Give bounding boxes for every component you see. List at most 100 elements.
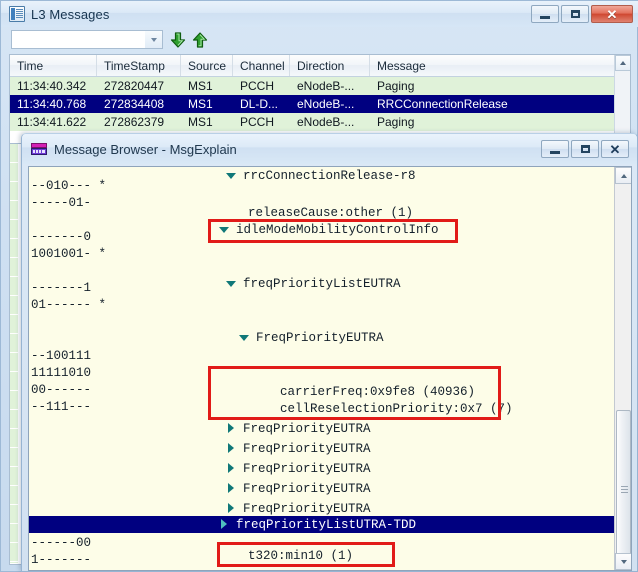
- message-browser-title: Message Browser - MsgExplain: [54, 141, 237, 157]
- expand-triangle-right-icon[interactable]: [219, 519, 230, 530]
- message-browser-client: --010--- * -----01- -------0 1001001- * ----…: [28, 166, 632, 571]
- tree-node[interactable]: freqPriorityListUTRA-TDD: [219, 516, 416, 533]
- expand-triangle-down-icon[interactable]: [226, 170, 237, 181]
- expand-triangle-down-icon[interactable]: [226, 278, 237, 289]
- expand-triangle-right-icon[interactable]: [226, 443, 237, 454]
- bit-string-line: 01------ *: [31, 298, 107, 312]
- expand-triangle-down-icon[interactable]: [239, 332, 250, 343]
- cell-source: MS1: [188, 97, 213, 111]
- cell-channel: PCCH: [240, 79, 275, 93]
- message-browser-titlebar[interactable]: Message Browser - MsgExplain ✕: [22, 134, 637, 164]
- tree-node-label: freqPriorityListEUTRA: [243, 276, 401, 291]
- tree-node-label: FreqPriorityEUTRA: [243, 441, 371, 456]
- bit-string-line: -------0: [31, 230, 92, 244]
- expand-triangle-right-icon[interactable]: [226, 503, 237, 514]
- l3-minimize-button[interactable]: [531, 5, 559, 23]
- bit-string-line: -----01-: [31, 196, 92, 210]
- tree-node-label: releaseCause:other (1): [248, 205, 414, 220]
- column-header-source[interactable]: Source: [181, 55, 233, 76]
- column-header-timestamp[interactable]: TimeStamp: [97, 55, 181, 76]
- scroll-up-arrow-icon[interactable]: [615, 55, 630, 71]
- tree-node-label: FreqPriorityEUTRA: [243, 481, 371, 496]
- table-row[interactable]: 11:34:41.622 272862379 MS1 PCCH eNodeB-.…: [10, 113, 630, 131]
- tree-node-label: carrierFreq:0x9fe8 (40936): [280, 384, 476, 399]
- cell-time: 11:34:40.342: [17, 79, 87, 93]
- tree-node-label: FreqPriorityEUTRA: [243, 421, 371, 436]
- l3-window-controls: ✕: [531, 5, 633, 23]
- column-header-message[interactable]: Message: [370, 55, 610, 76]
- bit-string-line: --010--- *: [31, 179, 107, 193]
- no-toggle-spacer: [263, 403, 274, 414]
- cell-message: Paging: [377, 79, 415, 93]
- bit-string-line: --100111: [31, 349, 92, 363]
- column-header-direction[interactable]: Direction: [290, 55, 370, 76]
- mb-minimize-button[interactable]: [541, 140, 569, 158]
- scroll-up-arrow-icon[interactable]: [615, 167, 631, 184]
- scroll-down-arrow-icon[interactable]: [615, 553, 631, 570]
- tree-node[interactable]: carrierFreq:0x9fe8 (40936): [263, 383, 475, 400]
- cell-channel: DL-D...: [240, 97, 279, 111]
- maximize-icon: [570, 10, 580, 18]
- tree-node[interactable]: releaseCause:other (1): [231, 204, 413, 221]
- tree-node[interactable]: rrcConnectionRelease-r8: [226, 167, 416, 184]
- tree-node[interactable]: FreqPriorityEUTRA: [226, 460, 371, 477]
- message-browser-window-controls: ✕: [541, 140, 629, 158]
- cell-source: MS1: [188, 79, 213, 93]
- bit-string-column: --010--- * -----01- -------0 1001001- * ----…: [29, 167, 139, 570]
- cell-timestamp: 272862379: [104, 115, 165, 129]
- mb-maximize-button[interactable]: [571, 140, 599, 158]
- message-browser-window: Message Browser - MsgExplain ✕ --010--- …: [21, 133, 638, 572]
- cell-timestamp: 272834408: [104, 97, 165, 111]
- tree-node[interactable]: FreqPriorityEUTRA: [239, 329, 384, 346]
- l3-messages-table: Time TimeStamp Source Channel Direction …: [9, 54, 631, 144]
- scroll-thumb[interactable]: [616, 410, 631, 570]
- tree-node[interactable]: FreqPriorityEUTRA: [226, 440, 371, 457]
- l3-table-scrollbar[interactable]: [614, 55, 630, 143]
- tree-node[interactable]: FreqPriorityEUTRA: [226, 480, 371, 497]
- close-icon: ✕: [609, 141, 621, 157]
- minimize-icon: [550, 151, 560, 154]
- tree-node[interactable]: cellReselectionPriority:0x7 (7): [263, 400, 513, 417]
- l3-maximize-button[interactable]: [561, 5, 589, 23]
- tree-node-label: cellReselectionPriority:0x7 (7): [280, 401, 513, 416]
- minimize-icon: [540, 16, 550, 19]
- green-down-arrow-icon[interactable]: [169, 31, 187, 49]
- filter-combobox[interactable]: [11, 30, 163, 49]
- screen-root: L3 Messages ✕ Time TimeStamp Source Chan…: [0, 0, 638, 572]
- tree-node[interactable]: idleModeMobilityControlInfo: [219, 221, 439, 238]
- tree-node-label: rrcConnectionRelease-r8: [243, 168, 416, 183]
- table-row[interactable]: 11:34:40.768 272834408 MS1 DL-D... eNode…: [10, 95, 630, 113]
- cell-time: 11:34:41.622: [17, 115, 87, 129]
- expand-triangle-right-icon[interactable]: [226, 423, 237, 434]
- expand-triangle-down-icon[interactable]: [219, 224, 230, 235]
- bit-string-line: -------1: [31, 281, 92, 295]
- cell-message: RRCConnectionRelease: [377, 97, 508, 111]
- bit-string-line: 00------: [31, 383, 92, 397]
- cell-channel: PCCH: [240, 115, 275, 129]
- l3-close-button[interactable]: ✕: [591, 5, 633, 23]
- l3-messages-titlebar: L3 Messages ✕: [1, 1, 638, 27]
- l3-messages-toolbar: [1, 27, 638, 53]
- tree-node[interactable]: freqPriorityListEUTRA: [226, 275, 401, 292]
- no-toggle-spacer: [263, 386, 274, 397]
- mb-close-button[interactable]: ✕: [601, 140, 629, 158]
- tree-node[interactable]: FreqPriorityEUTRA: [226, 420, 371, 437]
- table-row[interactable]: 11:34:40.342 272820447 MS1 PCCH eNodeB-.…: [10, 77, 630, 95]
- expand-triangle-right-icon[interactable]: [226, 463, 237, 474]
- chevron-down-icon[interactable]: [145, 31, 162, 48]
- cell-direction: eNodeB-...: [297, 115, 355, 129]
- tree-node[interactable]: t320:min10 (1): [231, 547, 353, 564]
- bit-string-line: ------00: [31, 536, 92, 550]
- table-header-row: Time TimeStamp Source Channel Direction …: [10, 55, 630, 77]
- filter-input[interactable]: [12, 31, 147, 48]
- column-header-channel[interactable]: Channel: [233, 55, 290, 76]
- column-header-time[interactable]: Time: [10, 55, 97, 76]
- tree-node-label: FreqPriorityEUTRA: [243, 461, 371, 476]
- message-browser-scrollbar[interactable]: [614, 167, 631, 570]
- tree-node-label: t320:min10 (1): [248, 548, 354, 563]
- green-up-arrow-icon[interactable]: [191, 31, 209, 49]
- tree-node[interactable]: FreqPriorityEUTRA: [226, 500, 371, 517]
- message-tree[interactable]: --010--- * -----01- -------0 1001001- * ----…: [29, 167, 615, 570]
- expand-triangle-right-icon[interactable]: [226, 483, 237, 494]
- l3-messages-title: L3 Messages: [31, 6, 110, 22]
